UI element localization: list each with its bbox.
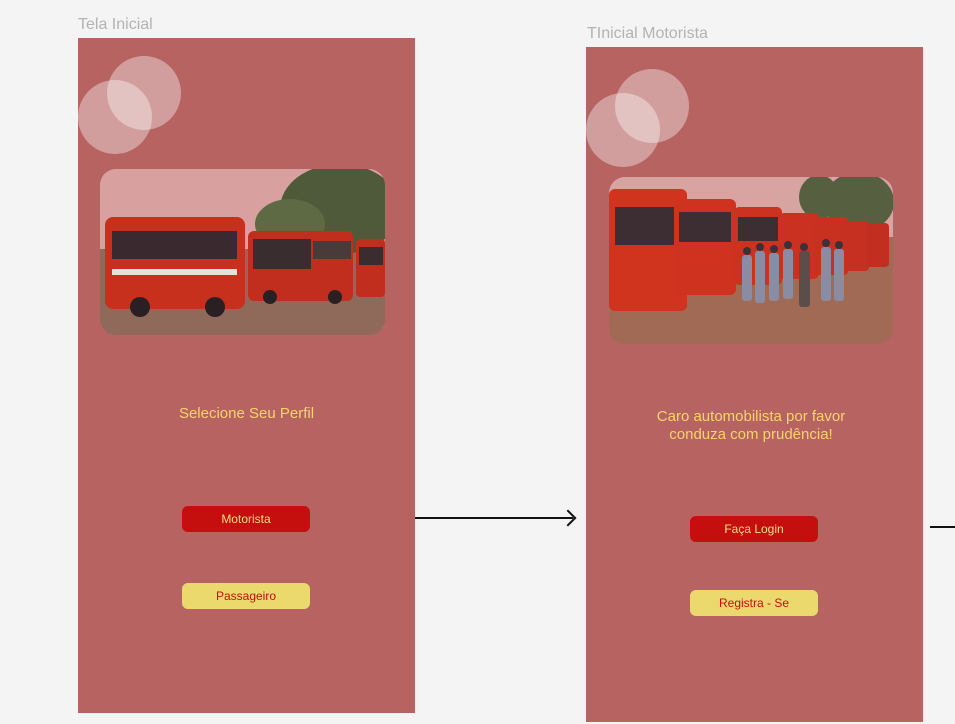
- red-buses-photo: [100, 169, 385, 335]
- safe-driving-message: Caro automobilista por favor conduza com…: [656, 408, 846, 443]
- flow-connector-line-next: [930, 526, 955, 528]
- register-button[interactable]: Registra - Se: [690, 590, 818, 616]
- decorative-circle: [78, 80, 152, 154]
- screen-inicial-motorista: Caro automobilista por favor conduza com…: [586, 47, 923, 722]
- passageiro-button[interactable]: Passageiro: [182, 583, 310, 609]
- bus-fleet-with-drivers-photo: [609, 177, 893, 344]
- frame-title-inicial-motorista: TInicial Motorista: [587, 25, 708, 42]
- flow-connector-line: [415, 517, 573, 519]
- motorista-button[interactable]: Motorista: [182, 506, 310, 532]
- profile-prompt-text: Selecione Seu Perfil: [178, 405, 315, 422]
- login-button[interactable]: Faça Login: [690, 516, 818, 542]
- decorative-circle: [586, 93, 660, 167]
- frame-title-tela-inicial: Tela Inicial: [78, 16, 153, 33]
- arrow-right-icon: [559, 509, 577, 527]
- screen-tela-inicial: Selecione Seu Perfil Motorista Passageir…: [78, 38, 415, 713]
